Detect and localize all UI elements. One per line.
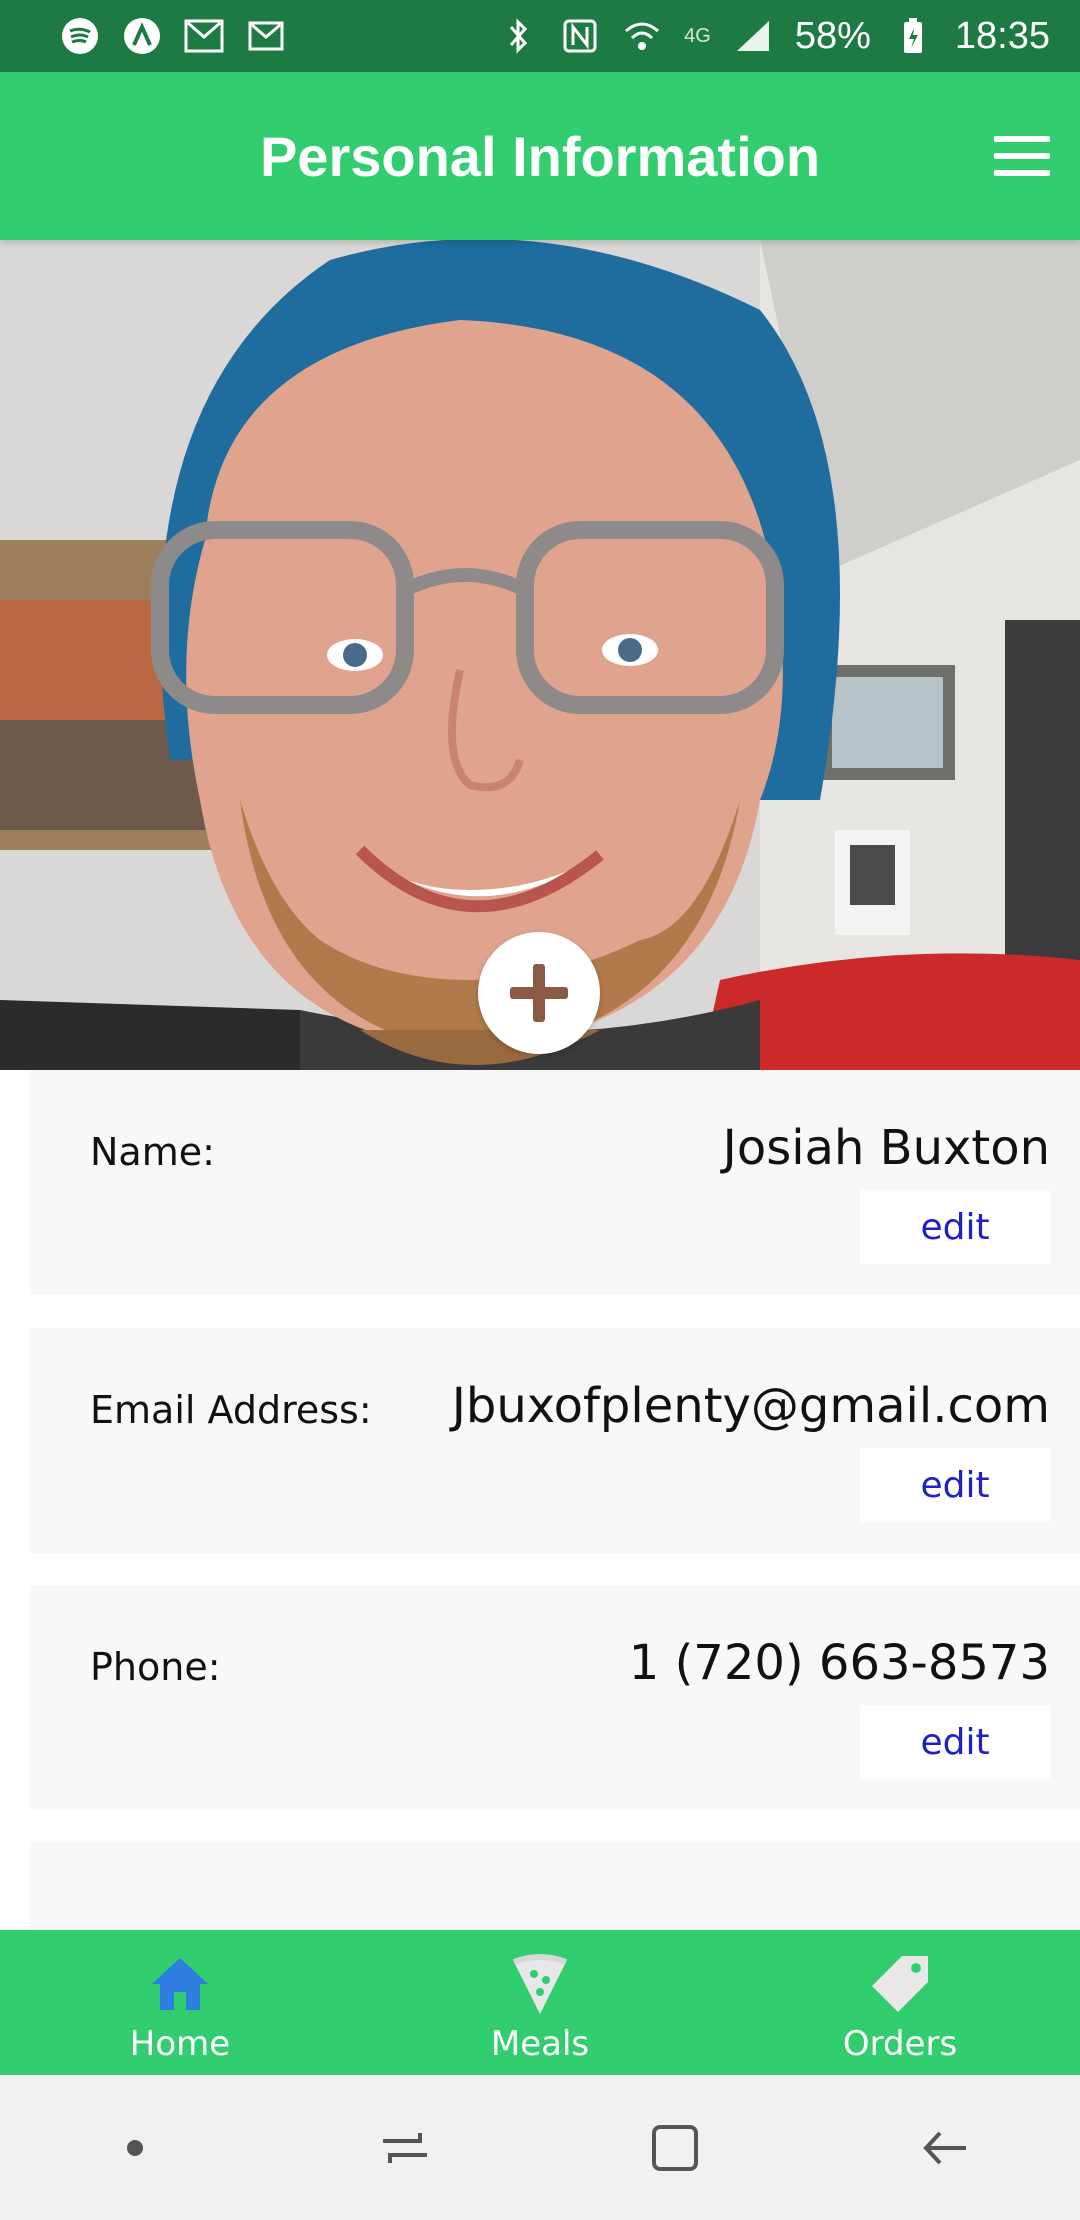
signal-icon [733,16,773,56]
field-value: Jbuxofplenty@gmail.com [451,1378,1050,1434]
app-a-icon [122,16,162,56]
gmail-icon [184,16,224,56]
square-icon [652,2124,698,2171]
field-label: Email Address: [90,1388,372,1432]
nav-label: Orders [842,2024,958,2064]
dot-button[interactable] [100,2113,170,2183]
status-system: 4G 58% 18:35 [498,15,1050,58]
nav-orders[interactable]: Orders [720,1930,1080,2075]
nav-label: Home [129,2024,231,2064]
field-label: Phone: [90,1645,221,1689]
home-system-button[interactable] [640,2113,710,2183]
field-value: 1 (720) 663-8573 [628,1635,1050,1691]
field-name: Name: Josiah Buxton edit [30,1070,1080,1295]
page-title: Personal Information [259,125,821,188]
wifi-icon [622,16,662,56]
nav-home[interactable]: Home [0,1930,360,2075]
network-type-label: 4G [684,24,711,47]
field-partial [30,1842,1080,1930]
recents-button[interactable] [370,2113,440,2183]
field-value: Josiah Buxton [722,1120,1050,1176]
nfc-icon [560,16,600,56]
status-notifications [60,16,286,56]
plus-icon [510,964,568,1022]
field-phone: Phone: 1 (720) 663-8573 edit [30,1585,1080,1810]
edit-email-button[interactable]: edit [860,1448,1050,1522]
gmail-icon [246,16,286,56]
clock: 18:35 [954,14,1050,57]
nav-label: Meals [490,2024,590,2064]
edit-name-button[interactable]: edit [860,1190,1050,1264]
edit-phone-button[interactable]: edit [860,1705,1050,1779]
pizza-icon [512,1954,568,2014]
recents-icon [383,2132,427,2163]
personal-info-list: Name: Josiah Buxton edit Email Address: … [0,1070,1080,1930]
bottom-navigation: Home Meals Orders [0,1930,1080,2075]
battery-percent: 58% [794,14,871,57]
field-email: Email Address: Jbuxofplenty@gmail.com ed… [30,1328,1080,1553]
bluetooth-icon [498,16,538,56]
status-bar: 4G 58% 18:35 [0,0,1080,72]
system-navigation-bar [0,2075,1080,2220]
home-icon [152,1958,208,2010]
field-label: Name: [90,1130,215,1174]
battery-icon [893,16,933,56]
back-button[interactable] [910,2113,980,2183]
app-bar: Personal Information [0,72,1080,240]
nav-meals[interactable]: Meals [360,1930,720,2075]
dot-icon [127,2139,143,2156]
tag-icon [872,1956,928,2012]
hamburger-menu-icon[interactable] [994,136,1050,176]
add-photo-button[interactable] [478,932,600,1054]
back-arrow-icon [923,2131,966,2164]
spotify-icon [60,16,100,56]
